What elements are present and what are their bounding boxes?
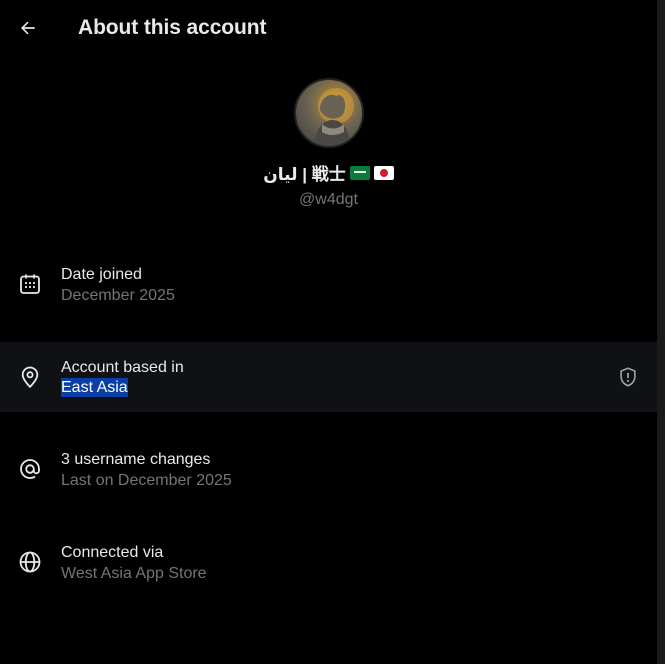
- account-based-in-row[interactable]: Account based in East Asia: [0, 342, 657, 412]
- username-changes-text: 3 username changes Last on December 2025: [61, 450, 232, 492]
- avatar[interactable]: [293, 78, 364, 148]
- about-account-page: About this account ليان | 戦士 @w4dgt Date…: [0, 0, 665, 664]
- page-title: About this account: [78, 16, 267, 39]
- username-changes-value: Last on December 2025: [61, 472, 232, 489]
- date-joined-row: Date joined December 2025: [0, 249, 657, 319]
- location-pin-icon: [21, 366, 39, 389]
- account-based-in-text: Account based in East Asia: [61, 358, 184, 397]
- username-changes-label: 3 username changes: [61, 451, 211, 468]
- display-name-row: ليان | 戦士: [0, 160, 657, 185]
- account-based-in-label: Account based in: [61, 359, 184, 376]
- connected-via-label: Connected via: [61, 544, 164, 561]
- username-changes-row: 3 username changes Last on December 2025: [0, 434, 657, 504]
- date-joined-value: December 2025: [61, 287, 175, 304]
- handle: @w4dgt: [299, 191, 358, 208]
- avatar-image: [313, 88, 354, 146]
- japan-flag-icon: [373, 165, 394, 180]
- calendar-icon: [20, 274, 40, 294]
- date-joined-text: Date joined December 2025: [61, 265, 175, 307]
- saudi-arabia-flag-icon: [349, 165, 370, 180]
- scrollbar[interactable]: [657, 0, 665, 664]
- connected-via-value: West Asia App Store: [61, 565, 207, 582]
- header: About this account: [0, 0, 657, 58]
- account-based-in-value: East Asia: [61, 378, 128, 397]
- connected-via-row: Connected via West Asia App Store: [0, 527, 657, 597]
- back-button[interactable]: [10, 10, 46, 46]
- connected-via-text: Connected via West Asia App Store: [61, 543, 207, 585]
- at-sign-icon: [20, 459, 40, 479]
- profile-summary: ليان | 戦士 @w4dgt: [0, 78, 657, 209]
- shield-alert-icon[interactable]: [617, 366, 639, 388]
- display-name: ليان | 戦士: [263, 165, 346, 184]
- date-joined-label: Date joined: [61, 266, 142, 283]
- globe-icon: [19, 551, 41, 573]
- arrow-left-icon: [21, 21, 35, 35]
